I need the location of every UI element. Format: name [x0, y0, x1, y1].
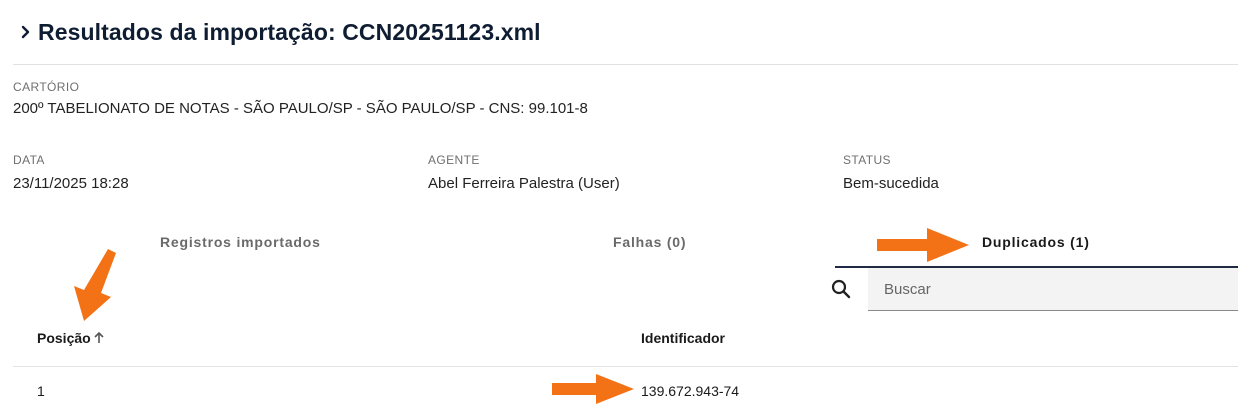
- table-cell-posicao: 1: [37, 383, 45, 399]
- agente-label: AGENTE: [428, 153, 480, 167]
- page-title: Resultados da importação: CCN20251123.xm…: [38, 18, 541, 45]
- table-cell-identificador: 139.672.943-74: [641, 383, 740, 399]
- agente-value: Abel Ferreira Palestra (User): [428, 175, 620, 192]
- data-value: 23/11/2025 18:28: [13, 175, 129, 192]
- cartorio-value: 200º TABELIONATO DE NOTAS - SÃO PAULO/SP…: [13, 100, 588, 117]
- arrow-up-icon[interactable]: [92, 331, 106, 345]
- table-header-divider: [13, 366, 1238, 367]
- header-divider: [13, 64, 1238, 65]
- data-label: DATA: [13, 153, 45, 167]
- status-value: Bem-sucedida: [843, 175, 939, 192]
- tab-registros-importados[interactable]: Registros importados: [160, 234, 321, 250]
- column-header-identificador[interactable]: Identificador: [641, 330, 725, 346]
- page-header: Resultados da importação: CCN20251123.xm…: [20, 18, 541, 46]
- import-results-page: Resultados da importação: CCN20251123.xm…: [0, 0, 1252, 416]
- search-icon[interactable]: [830, 278, 854, 302]
- annotation-arrow-down-icon: [74, 249, 116, 321]
- search-input[interactable]: [868, 268, 1238, 311]
- tab-falhas[interactable]: Falhas (0): [613, 234, 686, 250]
- tab-duplicados[interactable]: Duplicados (1): [982, 234, 1090, 250]
- column-header-posicao[interactable]: Posição: [37, 330, 91, 346]
- cartorio-label: CARTÓRIO: [13, 80, 80, 94]
- annotation-arrow-right-icon: [877, 228, 969, 262]
- chevron-right-icon[interactable]: [20, 18, 36, 46]
- status-label: STATUS: [843, 153, 891, 167]
- annotation-arrow-right-row-icon: [552, 374, 634, 404]
